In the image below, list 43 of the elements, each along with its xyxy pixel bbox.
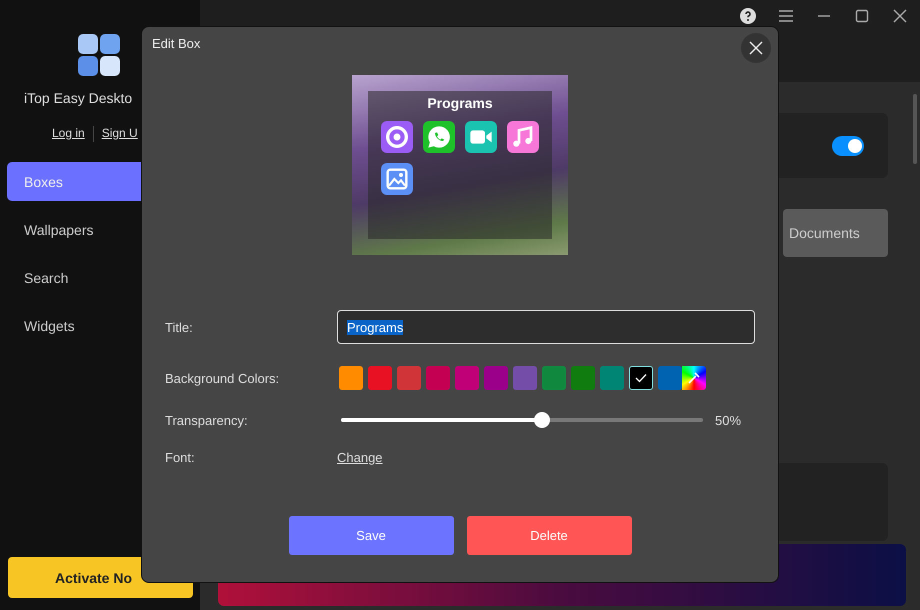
eyedropper-icon: [687, 371, 701, 385]
close-icon[interactable]: [892, 8, 908, 24]
color-swatch[interactable]: [368, 366, 392, 390]
help-icon[interactable]: [740, 8, 756, 24]
login-link[interactable]: Log in: [52, 126, 85, 142]
chat-bubble-icon[interactable]: [423, 121, 455, 153]
box-preview-title: Programs: [427, 95, 493, 111]
color-swatch[interactable]: [426, 366, 450, 390]
color-swatch[interactable]: [629, 366, 653, 390]
close-button[interactable]: [741, 33, 771, 63]
checkmark-icon: [635, 373, 647, 383]
color-swatch[interactable]: [339, 366, 363, 390]
color-swatch[interactable]: [455, 366, 479, 390]
color-swatch[interactable]: [658, 366, 682, 390]
app-logo-icon: [78, 34, 120, 76]
music-note-icon[interactable]: [507, 121, 539, 153]
picture-icon[interactable]: [381, 163, 413, 195]
change-font-link[interactable]: Change: [337, 450, 383, 465]
color-swatch[interactable]: [571, 366, 595, 390]
transparency-label: Transparency:: [165, 412, 249, 428]
title-label: Title:: [165, 320, 194, 334]
ring-icon[interactable]: [381, 121, 413, 153]
color-swatch[interactable]: [600, 366, 624, 390]
scrollbar[interactable]: [913, 94, 917, 164]
documents-button[interactable]: Documents: [783, 209, 888, 257]
font-label: Font:: [165, 450, 196, 465]
signup-link[interactable]: Sign U: [102, 126, 138, 142]
color-swatch[interactable]: [542, 366, 566, 390]
transparency-value: 50%: [715, 412, 742, 428]
background-colors-label: Background Colors:: [165, 370, 280, 386]
color-picker-button[interactable]: [682, 366, 706, 390]
toggle-switch[interactable]: [832, 136, 864, 156]
color-swatch[interactable]: [513, 366, 537, 390]
color-swatch[interactable]: [397, 366, 421, 390]
transparency-slider[interactable]: [341, 412, 703, 428]
menu-icon[interactable]: [778, 8, 794, 24]
color-swatch[interactable]: [484, 366, 508, 390]
maximize-icon[interactable]: [854, 8, 870, 24]
app-name: iTop Easy Deskto: [24, 90, 134, 106]
dialog-title: Edit Box: [152, 36, 200, 51]
video-camera-icon[interactable]: [465, 121, 497, 153]
save-button[interactable]: Save: [288, 516, 454, 555]
title-field[interactable]: Programs: [337, 310, 755, 344]
